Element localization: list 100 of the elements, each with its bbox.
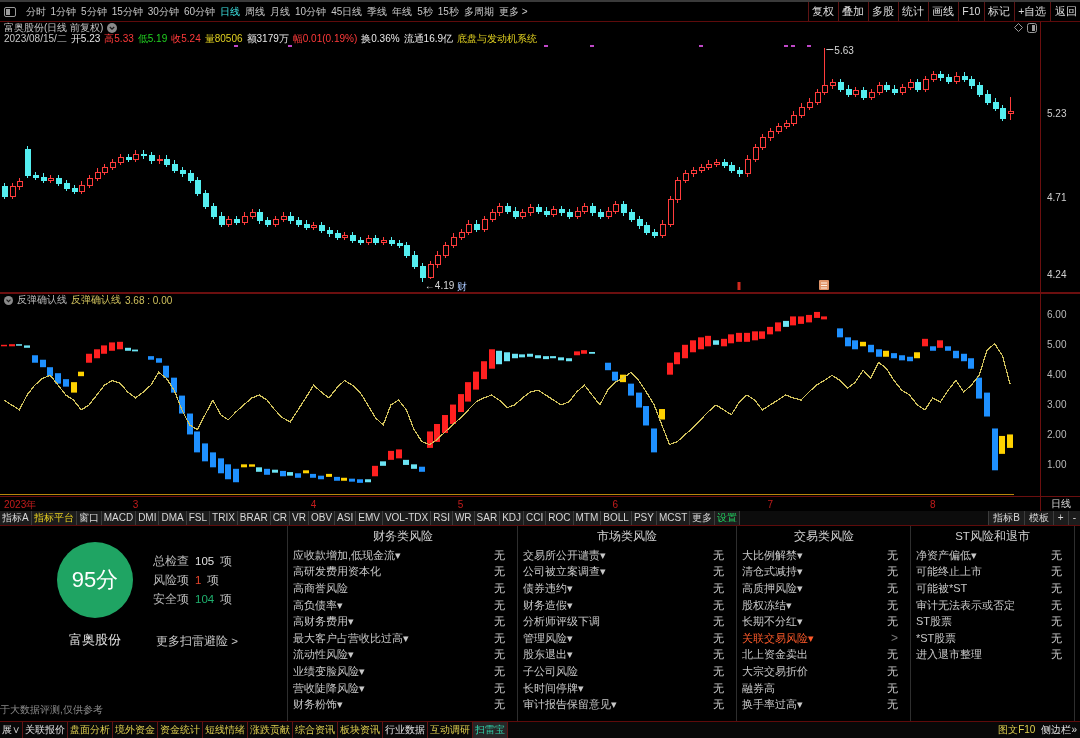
period-tab[interactable]: 月线 [267, 2, 293, 21]
risk-item[interactable]: 交易所公开谴责▾ [523, 547, 606, 563]
bottom-tab[interactable]: 综合资讯 [293, 722, 338, 738]
indicator-tab[interactable]: 指标B [988, 511, 1024, 525]
indicator-tab[interactable]: VR [290, 511, 309, 525]
period-tab[interactable]: 1分钟 [48, 2, 79, 21]
indicator-tab[interactable]: BRAR [237, 511, 271, 525]
indicator-tab[interactable]: BOLL [601, 511, 632, 525]
risk-item[interactable]: 公司被立案调查▾ [523, 564, 606, 580]
risk-item[interactable]: 高财务费用▾ [293, 614, 354, 630]
bottom-tab[interactable]: 境外资金 [113, 722, 158, 738]
period-tab[interactable]: 更多 > [496, 2, 531, 21]
risk-item[interactable]: 大比例解禁▾ [742, 547, 803, 563]
indicator-tab[interactable]: DMA [159, 511, 187, 525]
period-tab[interactable]: 10分钟 [292, 2, 329, 21]
period-tab[interactable]: 15秒 [435, 2, 462, 21]
risk-item[interactable]: 大宗交易折价 [742, 663, 808, 679]
indicator-tab[interactable]: VOL-TDX [382, 511, 432, 525]
indicator-tab[interactable]: 更多 [690, 511, 716, 525]
panel-icon[interactable] [4, 6, 16, 17]
risk-item[interactable]: 长时间停牌▾ [523, 680, 584, 696]
more-link[interactable]: 更多扫雷避险 > [153, 634, 238, 649]
indicator-tab[interactable]: 指标平台 [31, 511, 77, 525]
risk-item[interactable]: 净资产偏低▾ [916, 547, 977, 563]
period-tab[interactable]: 年线 [389, 2, 415, 21]
indicator-tab[interactable]: TRIX [210, 511, 238, 525]
indicator-tab[interactable]: ASI [335, 511, 357, 525]
risk-item[interactable]: 换手率过高▾ [742, 697, 803, 713]
period-tab[interactable]: 15分钟 [109, 2, 146, 21]
window-icon[interactable] [1027, 22, 1037, 33]
period-tab[interactable]: 分时 [23, 2, 48, 21]
period-tab[interactable]: 60分钟 [181, 2, 218, 21]
indicator-tab[interactable]: MACD [101, 511, 137, 525]
risk-item[interactable]: 最大客户占营收比过高▾ [293, 630, 409, 646]
dropdown-icon[interactable] [107, 22, 118, 33]
risk-item[interactable]: 财务造假▾ [523, 597, 573, 613]
risk-item[interactable]: *ST股票 [916, 630, 957, 646]
bottom-link[interactable]: 图文F10 [995, 722, 1039, 738]
risk-item[interactable]: 高商誉风险 [293, 581, 348, 596]
indicator-tab[interactable]: MTM [573, 511, 602, 525]
risk-item[interactable]: 进入退市整理 [916, 647, 982, 663]
period-tab[interactable]: 45日线 [328, 2, 365, 21]
risk-item[interactable]: 管理风险▾ [523, 630, 573, 646]
bottom-tab[interactable]: 展∨ [0, 722, 23, 738]
risk-item[interactable]: 业绩变脸风险▾ [293, 663, 365, 679]
period-tab[interactable]: 5秒 [414, 2, 436, 21]
indicator-tab[interactable]: 指标A [0, 511, 32, 525]
indicator-tab[interactable]: CR [270, 511, 291, 525]
period-tab[interactable]: 5分钟 [78, 2, 110, 21]
bottom-tab[interactable]: 资金统计 [158, 722, 203, 738]
risk-item[interactable]: ST股票 [916, 614, 953, 630]
risk-item[interactable]: 可能被*ST [916, 581, 968, 596]
risk-item[interactable]: 可能终止上市 [916, 564, 982, 580]
indicator-tab[interactable]: OBV [309, 511, 336, 525]
indicator-tab[interactable]: 设置 [715, 511, 741, 525]
risk-item[interactable]: 高负债率▾ [293, 597, 343, 613]
indicator-tab[interactable]: MCST [656, 511, 691, 525]
bottom-link[interactable]: 侧边栏» [1038, 722, 1080, 738]
risk-item[interactable]: 融券高 [742, 680, 775, 696]
risk-item[interactable]: 北上资金卖出 [742, 647, 808, 663]
indicator-tab[interactable]: WR [452, 511, 475, 525]
period-tab[interactable]: 日线 [217, 2, 243, 21]
risk-item[interactable]: 清仓式减持▾ [742, 564, 803, 580]
risk-item[interactable]: 长期不分红▾ [742, 614, 803, 630]
dropdown-icon[interactable] [4, 295, 13, 305]
risk-item[interactable]: 财务粉饰▾ [293, 697, 343, 713]
indicator-tab[interactable]: DMI [136, 511, 160, 525]
risk-item[interactable]: 分析师评级下调 [523, 614, 600, 630]
risk-item[interactable]: 审计无法表示或否定 [916, 597, 1015, 613]
indicator-tab[interactable]: KDJ [500, 511, 525, 525]
period-tab[interactable]: 周线 [242, 2, 268, 21]
indicator-tab[interactable]: ROC [546, 511, 574, 525]
risk-item[interactable]: 高质押风险▾ [742, 581, 803, 596]
bottom-tab[interactable]: 短线情绪 [203, 722, 248, 738]
period-tab[interactable]: 季线 [364, 2, 390, 21]
risk-item[interactable]: 应收款增加,低现金流▾ [293, 547, 402, 563]
indicator-tab[interactable]: SAR [474, 511, 501, 525]
indicator-tab[interactable]: EMV [356, 511, 383, 525]
period-tab[interactable]: 30分钟 [145, 2, 182, 21]
risk-item[interactable]: 流动性风险▾ [293, 647, 354, 663]
risk-item[interactable]: 关联交易风险▾ [742, 630, 814, 646]
bottom-tab[interactable]: 关联报价 [23, 722, 68, 738]
risk-item[interactable]: 债券违约▾ [523, 581, 573, 596]
bottom-tab[interactable]: 扫雷宝 [473, 722, 508, 738]
risk-item[interactable]: 审计报告保留意见▾ [523, 697, 617, 713]
indicator-tab[interactable]: 模板 [1023, 511, 1053, 525]
indicator-tab[interactable]: 窗口 [76, 511, 102, 525]
bottom-tab[interactable]: 涨跌贡献 [248, 722, 293, 738]
bottom-tab[interactable]: 盘面分析 [68, 722, 113, 738]
bottom-tab[interactable]: 行业数据 [383, 722, 428, 738]
bottom-tab[interactable]: 板块资讯 [338, 722, 383, 738]
indicator-tab[interactable]: FSL [186, 511, 211, 525]
indicator-tab[interactable]: RSI [431, 511, 453, 525]
risk-item[interactable]: 子公司风险 [523, 663, 578, 679]
indicator-tab[interactable]: CCI [524, 511, 547, 525]
period-tab[interactable]: 多周期 [461, 2, 497, 21]
risk-item[interactable]: 高研发费用资本化 [293, 564, 381, 580]
indicator-tab[interactable]: PSY [631, 511, 657, 525]
diamond-icon[interactable] [1014, 23, 1023, 32]
risk-item[interactable]: 股权冻结▾ [742, 597, 792, 613]
